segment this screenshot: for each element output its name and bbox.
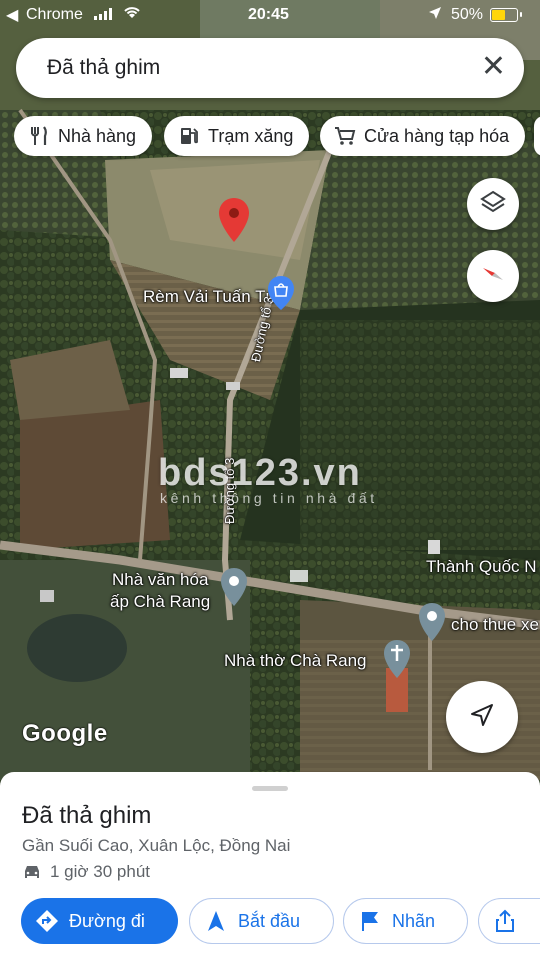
google-logo: Google — [22, 720, 108, 747]
back-app-label[interactable]: Chrome — [26, 6, 83, 24]
dropped-pin-icon[interactable] — [219, 198, 249, 249]
map-label-culture-house[interactable]: Nhà văn hóa — [112, 570, 208, 590]
layers-button[interactable] — [467, 178, 519, 230]
shopping-cart-icon — [334, 125, 356, 147]
directions-label: Đường đi — [69, 910, 145, 931]
battery-icon — [490, 8, 522, 22]
close-icon[interactable]: ✕ — [481, 52, 506, 82]
label-button-label: Nhãn — [392, 910, 436, 931]
shop-marker-icon[interactable] — [268, 276, 294, 315]
restaurant-icon — [28, 125, 50, 147]
start-button[interactable]: Bắt đầu — [189, 898, 334, 944]
chip-more[interactable] — [534, 116, 540, 156]
search-query[interactable]: Đã thả ghim — [47, 56, 160, 80]
signal-icon — [94, 8, 112, 20]
chip-grocery[interactable]: Cửa hàng tạp hóa — [320, 116, 526, 156]
chip-label: Trạm xăng — [208, 125, 294, 146]
drag-handle[interactable] — [252, 786, 288, 791]
map-label-culture-house-line2[interactable]: ấp Chà Rang — [110, 592, 210, 612]
map-label-thanh-quoc[interactable]: Thành Quốc N — [426, 557, 537, 577]
chip-gas-stations[interactable]: Trạm xăng — [164, 116, 310, 156]
place-title: Đã thả ghim — [22, 802, 152, 829]
flag-icon — [358, 909, 382, 933]
status-bar: ◀ Chrome 20:45 50% — [0, 0, 540, 30]
location-arrow-icon — [428, 6, 442, 23]
my-location-button[interactable] — [446, 681, 518, 753]
map-label-church[interactable]: Nhà thờ Chà Rang — [224, 651, 367, 671]
gas-station-icon — [178, 125, 200, 147]
chip-label: Nhà hàng — [58, 125, 137, 146]
share-icon — [493, 909, 517, 933]
place-address: Gần Suối Cao, Xuân Lộc, Đồng Nai — [22, 836, 291, 855]
battery-percent: 50% — [451, 6, 484, 23]
label-button[interactable]: Nhãn — [343, 898, 468, 944]
share-button[interactable] — [478, 898, 540, 944]
drive-time: 1 giờ 30 phút — [50, 862, 150, 881]
search-bar[interactable]: Đã thả ghim ✕ — [16, 38, 524, 98]
wifi-icon — [122, 4, 142, 24]
back-to-app-icon[interactable]: ◀ — [6, 5, 18, 25]
map-label-shop[interactable]: Rèm Vải Tuấn Tú — [143, 287, 275, 307]
car-icon — [22, 864, 42, 880]
layers-icon — [479, 188, 507, 221]
compass-button[interactable] — [467, 250, 519, 302]
culture-house-marker-icon[interactable] — [221, 568, 247, 611]
status-time: 20:45 — [248, 6, 289, 23]
navigation-arrow-icon — [468, 701, 496, 734]
start-label: Bắt đầu — [238, 910, 301, 931]
category-chips: Nhà hàng Trạm xăng Cửa hàng tạp hóa — [0, 116, 540, 156]
map-label-rental[interactable]: cho thue xe — [451, 615, 539, 635]
place-sheet[interactable]: Đã thả ghim Gần Suối Cao, Xuân Lộc, Đồng… — [0, 772, 540, 960]
chip-restaurants[interactable]: Nhà hàng — [14, 116, 153, 156]
rental-marker-icon[interactable] — [419, 603, 445, 646]
watermark-subtitle: kênh thông tin nhà đất — [160, 490, 378, 506]
compass-icon — [479, 260, 507, 293]
directions-icon — [35, 909, 59, 933]
drive-time-row: 1 giờ 30 phút — [22, 862, 150, 882]
watermark: bds123.vn — [158, 452, 362, 494]
navigation-arrow-icon — [204, 909, 228, 933]
church-marker-icon[interactable] — [384, 640, 410, 683]
chip-label: Cửa hàng tạp hóa — [364, 125, 510, 146]
directions-button[interactable]: Đường đi — [21, 898, 178, 944]
